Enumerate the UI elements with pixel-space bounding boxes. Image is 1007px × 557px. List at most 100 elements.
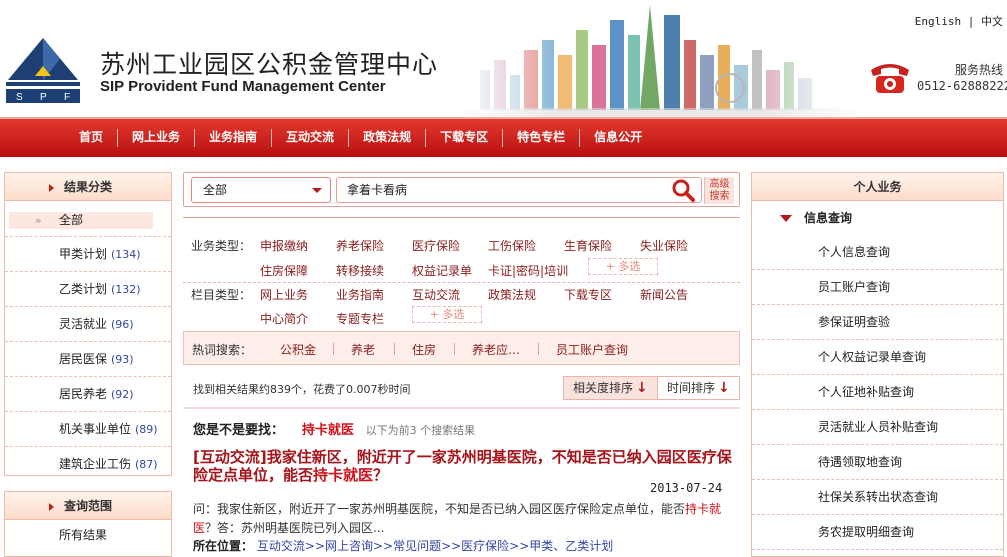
category-label: 全部 [59, 213, 84, 227]
query-link[interactable]: 待遇领取地查询 [752, 445, 1003, 480]
hot-search-item[interactable]: 员工账户查询 [556, 341, 628, 358]
query-link[interactable]: 个人权益记录单查询 [752, 340, 1003, 375]
hot-search-item[interactable]: 养老 [351, 341, 375, 358]
advanced-search-button[interactable]: 高级 搜索 [704, 177, 734, 204]
scope-item-all-results[interactable]: 所有结果 [5, 520, 171, 550]
nav-policy[interactable]: 政策法规 [349, 119, 425, 157]
filter-option[interactable]: 专题专栏 [336, 310, 384, 327]
query-link[interactable]: 个人信息查询 [752, 235, 1003, 270]
result-snippet-text: 问：我家住新区，附近开了一家苏州明基医院，不知是否已纳入园区医疗保险定点单位，能… [193, 502, 686, 516]
divider [183, 217, 740, 218]
search-bar: 全部 拿着卡看病 高级 搜索 [183, 172, 740, 207]
filter-option[interactable]: 工伤保险 [488, 237, 536, 254]
query-link[interactable]: 员工账户查询 [752, 270, 1003, 305]
nav-interaction[interactable]: 互动交流 [272, 119, 348, 157]
hot-search-label: 热词搜索： [192, 343, 253, 357]
category-item[interactable]: 甲类计划 (134) [5, 237, 171, 272]
filter-option[interactable]: 下载专区 [564, 286, 612, 303]
nav-info-public[interactable]: 信息公开 [580, 119, 656, 157]
nav-feature[interactable]: 特色专栏 [503, 119, 579, 157]
logo-letter-s: S [16, 92, 23, 103]
query-scope-header: 查询范围 [5, 492, 171, 520]
category-label: 居民养老 [59, 387, 108, 401]
result-title-link[interactable]: [互动交流]我家住新区，附近开了一家苏州明基医院，不知是否已纳入园区医疗保险定点… [193, 448, 738, 484]
scope-label: 所有结果 [59, 528, 108, 542]
chevron-down-icon [312, 188, 322, 193]
filter-option[interactable]: 权益记录单 [412, 262, 472, 279]
category-label: 灵活就业 [59, 317, 108, 331]
hot-search-item[interactable]: 养老应… [472, 341, 520, 358]
sort-time-label: 时间排序 [667, 381, 716, 395]
nav-home[interactable]: 首页 [65, 119, 117, 157]
category-item[interactable]: 居民养老 (92) [5, 377, 171, 412]
multi-select-button[interactable]: + 多选 [588, 258, 658, 275]
query-scope-title: 查询范围 [63, 499, 112, 513]
category-item[interactable]: 灵活就业 (96) [5, 307, 171, 342]
selected-marker-icon: » [35, 214, 42, 227]
nav-online-business[interactable]: 网上业务 [118, 119, 194, 157]
result-snippet-tail: ？答：苏州明基医院已列入园区... [205, 521, 385, 535]
main-nav: 首页 网上业务 业务指南 互动交流 政策法规 下载专区 特色专栏 信息公开 [0, 117, 1007, 157]
filter-option[interactable]: 政策法规 [488, 286, 536, 303]
search-input[interactable]: 拿着卡看病 [336, 177, 702, 203]
arrow-down-icon: ↓ [636, 380, 648, 396]
result-title-tail: ？ [373, 466, 389, 484]
nav-download[interactable]: 下载专区 [426, 119, 502, 157]
category-item[interactable]: 建筑企业工伤 (87) [5, 447, 171, 482]
filter-option[interactable]: 网上业务 [260, 286, 308, 303]
hot-search-item[interactable]: 公积金 [280, 341, 316, 358]
did-you-mean-link[interactable]: 持卡就医 [302, 423, 354, 438]
info-query-section[interactable]: 信息查询 [752, 201, 1003, 235]
search-scope-select[interactable]: 全部 [191, 177, 331, 203]
result-category-title: 结果分类 [63, 180, 112, 194]
query-link[interactable]: 灵活就业人员补贴查询 [752, 410, 1003, 445]
spf-logo[interactable]: S P F [4, 34, 82, 106]
hot-divider [454, 343, 455, 355]
filter-option[interactable]: 医疗保险 [412, 237, 460, 254]
did-you-mean: 您是不是要找： 持卡就医 以下为前3 个搜索结果 [193, 419, 475, 438]
category-count: (92) [111, 388, 134, 401]
query-link[interactable]: 参保证明查验 [752, 305, 1003, 340]
search-icon[interactable] [671, 178, 695, 202]
filter-option[interactable]: 申报缴纳 [260, 237, 308, 254]
sort-time-button[interactable]: 时间排序 ↓ [659, 377, 739, 399]
result-category-header: 结果分类 [5, 173, 171, 201]
site-title-en: SIP Provident Fund Management Center [100, 78, 386, 95]
filter-option[interactable]: 生育保险 [564, 237, 612, 254]
filter-option[interactable]: 互动交流 [412, 286, 460, 303]
category-item[interactable]: 居民医保 (93) [5, 342, 171, 377]
sort-relevance-button[interactable]: 相关度排序 ↓ [564, 377, 658, 399]
personal-business-title: 个人业务 [853, 180, 902, 194]
category-item-all[interactable]: » 全部 [9, 212, 153, 229]
lang-english-link[interactable]: English [915, 15, 961, 28]
filter-option[interactable]: 失业保险 [640, 237, 688, 254]
nav-business-guide[interactable]: 业务指南 [195, 119, 271, 157]
result-count-info: 找到相关结果约839个，花费了0.007秒时间 [193, 383, 411, 396]
triangle-down-icon [780, 215, 792, 222]
hot-divider [538, 343, 539, 355]
filter-option[interactable]: 养老保险 [336, 237, 384, 254]
hot-search-item[interactable]: 住房 [412, 341, 436, 358]
category-count: (96) [111, 318, 134, 331]
result-date: 2013-07-24 [650, 481, 723, 495]
query-link[interactable]: 务农提取明细查询 [752, 515, 1003, 550]
filter-option[interactable]: 住房保障 [260, 262, 308, 279]
query-link[interactable]: 社保关系转出状态查询 [752, 480, 1003, 515]
lang-chinese-link[interactable]: 中文 [981, 15, 1003, 28]
category-item[interactable]: 乙类计划 (132) [5, 272, 171, 307]
filter-option[interactable]: 新闻公告 [640, 286, 688, 303]
filter-option[interactable]: 卡证|密码|培训 [488, 262, 568, 279]
filter-option[interactable]: 业务指南 [336, 286, 384, 303]
sort-controls: 相关度排序 ↓ 时间排序 ↓ [563, 376, 740, 400]
advanced-search-label-1: 高级 [709, 179, 730, 190]
category-label: 机关事业单位 [59, 422, 132, 436]
query-link[interactable]: 个人征地补贴查询 [752, 375, 1003, 410]
category-count: (93) [111, 353, 134, 366]
filter-option[interactable]: 转移接续 [336, 262, 384, 279]
category-item[interactable]: 机关事业单位 (89) [5, 412, 171, 447]
did-you-mean-note: 以下为前3 个搜索结果 [365, 424, 476, 437]
result-location-path[interactable]: 互动交流>>网上咨询>>常见问题>>医疗保险>>甲类、乙类计划 [257, 539, 613, 553]
multi-select-button[interactable]: + 多选 [412, 306, 482, 323]
category-label: 乙类计划 [59, 282, 108, 296]
filter-option[interactable]: 中心简介 [260, 310, 308, 327]
